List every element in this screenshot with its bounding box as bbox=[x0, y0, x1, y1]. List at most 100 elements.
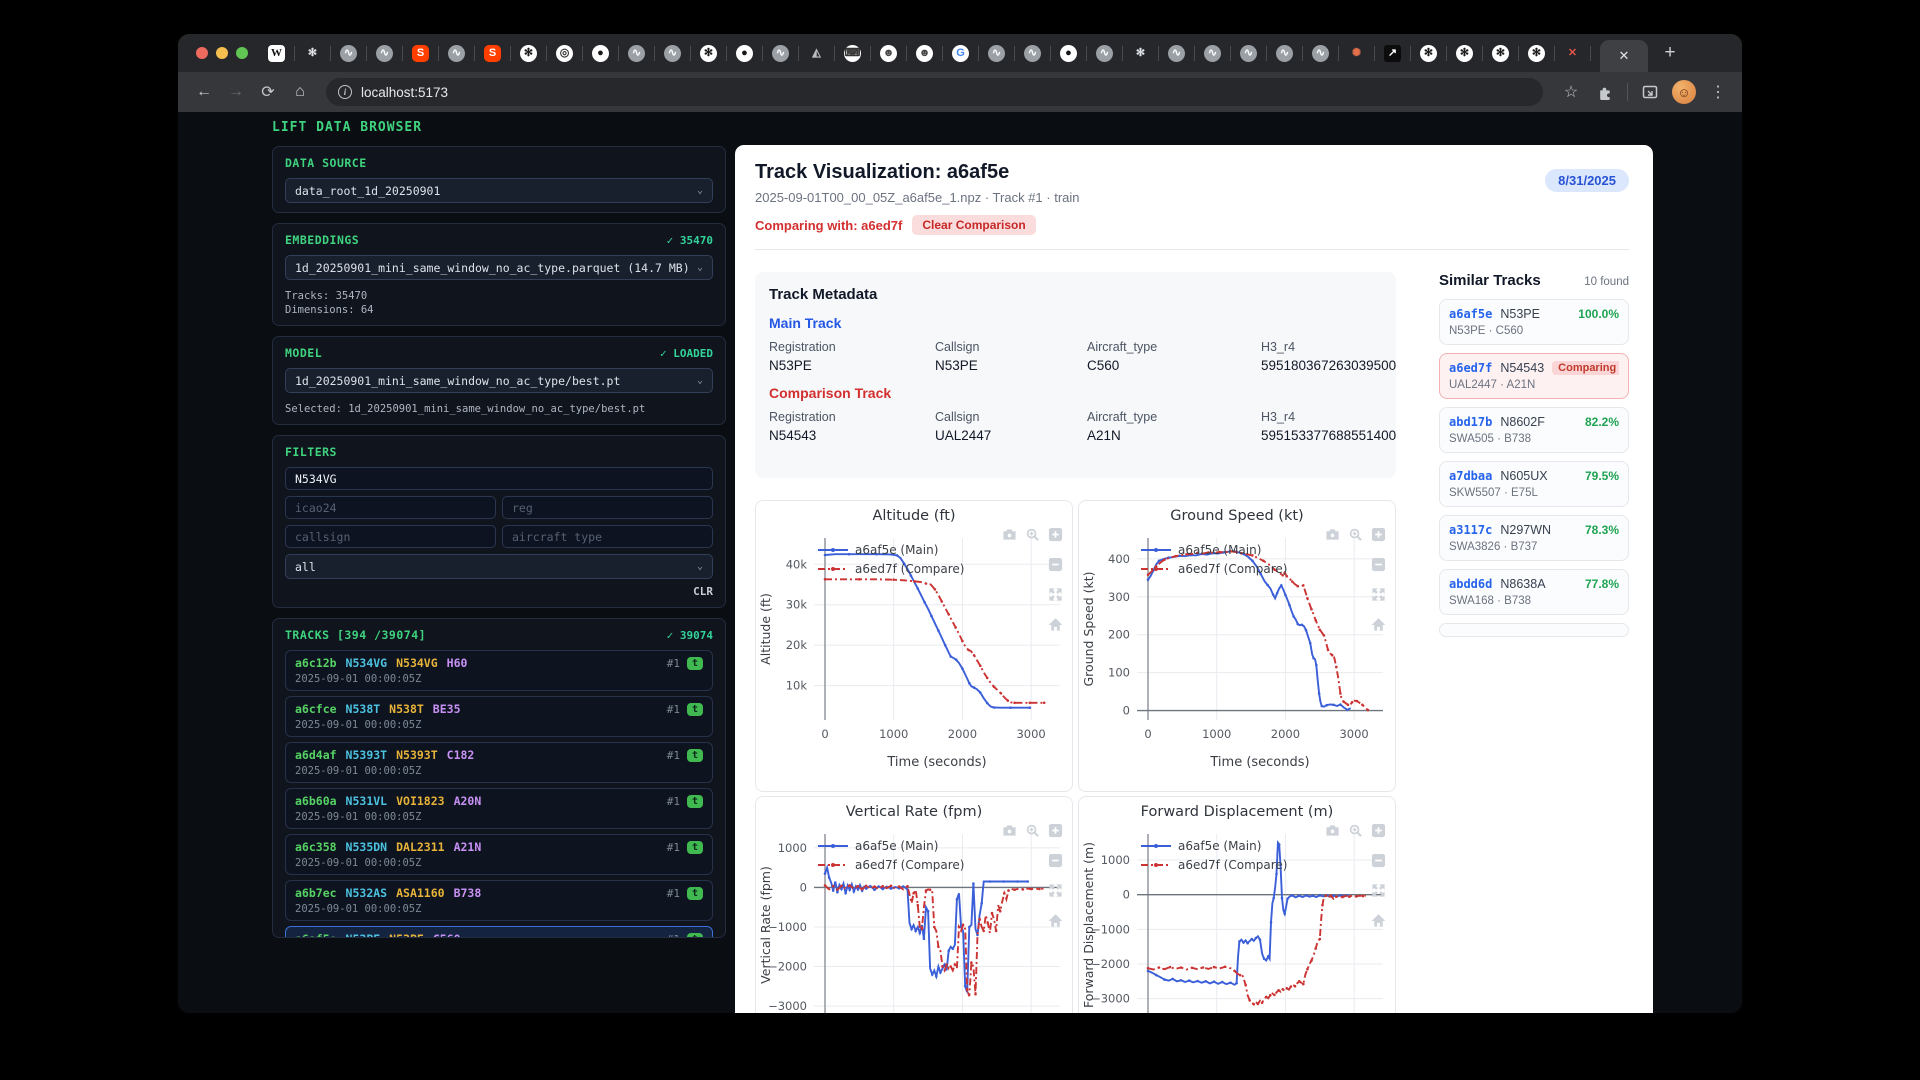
address-bar[interactable]: i localhost:5173 bbox=[326, 78, 1543, 106]
autoscale-icon[interactable] bbox=[1048, 587, 1063, 602]
pinned-tab-swirl[interactable]: ∿ bbox=[442, 38, 471, 68]
similar-track-item-clipped[interactable] bbox=[1439, 623, 1629, 637]
pinned-tab-openai-light[interactable]: ✻ bbox=[1450, 38, 1479, 68]
zoom-out-icon[interactable] bbox=[1048, 557, 1063, 572]
minimize-window-button[interactable] bbox=[216, 47, 228, 59]
pinned-tab-github[interactable]: ● bbox=[586, 38, 615, 68]
pinned-tab-openai-light[interactable]: ✻ bbox=[1522, 38, 1551, 68]
pinned-tab-openai-light[interactable]: ✻ bbox=[514, 38, 543, 68]
reload-icon[interactable]: ⟳ bbox=[254, 78, 282, 106]
pinned-tab-swirl[interactable]: ∿ bbox=[1018, 38, 1047, 68]
pinned-tab-export[interactable]: ↗ bbox=[1378, 38, 1407, 68]
icao24-field[interactable]: icao24 bbox=[285, 496, 496, 519]
similar-track-item[interactable]: a6af5e N53PE 100.0% N53PE · C560 bbox=[1439, 299, 1629, 345]
home-icon[interactable]: ⌂ bbox=[286, 78, 314, 106]
new-tab-button[interactable]: + bbox=[1656, 39, 1684, 67]
pinned-tab-openai-light[interactable]: ✻ bbox=[1414, 38, 1443, 68]
pinned-tab-github[interactable]: ● bbox=[730, 38, 759, 68]
track-list-item[interactable]: a6b60a N531VL VOI1823 A20N #1 t 2025-09-… bbox=[285, 788, 713, 829]
pinned-tab-person[interactable]: ☻ bbox=[874, 38, 903, 68]
similar-track-item[interactable]: abd17b N8602F 82.2% SWA505 · B738 bbox=[1439, 407, 1629, 453]
zoom-icon[interactable] bbox=[1025, 823, 1040, 838]
pinned-tab-swirl[interactable]: ∿ bbox=[370, 38, 399, 68]
pinned-tab-swirl[interactable]: ∿ bbox=[766, 38, 795, 68]
download-plot-icon[interactable] bbox=[1325, 823, 1340, 838]
pinned-tab-swirl[interactable]: ∿ bbox=[1162, 38, 1191, 68]
pinned-tab-swirl[interactable]: ∿ bbox=[622, 38, 651, 68]
pinned-tab-swirl[interactable]: ∿ bbox=[982, 38, 1011, 68]
similar-track-item[interactable]: a6ed7f N54543 Comparing8 UAL2447 · A21N bbox=[1439, 353, 1629, 399]
pinned-tab-swirl[interactable]: ∿ bbox=[1234, 38, 1263, 68]
model-select[interactable]: 1d_20250901_mini_same_window_no_ac_type/… bbox=[285, 368, 713, 393]
autoscale-icon[interactable] bbox=[1048, 883, 1063, 898]
pinned-tab-person[interactable]: ☻ bbox=[910, 38, 939, 68]
similar-track-item[interactable]: a3117c N297WN 78.3% SWA3826 · B737 bbox=[1439, 515, 1629, 561]
pinned-tab-openai[interactable]: ✻ bbox=[298, 38, 327, 68]
bookmark-star-icon[interactable]: ☆ bbox=[1559, 80, 1583, 104]
pinned-tab-prism[interactable]: ◭ bbox=[802, 38, 831, 68]
pinned-tab-svelte[interactable]: S bbox=[406, 38, 435, 68]
zoom-in-icon[interactable] bbox=[1048, 823, 1063, 838]
profile-avatar[interactable]: ☺ bbox=[1672, 80, 1696, 104]
embeddings-select[interactable]: 1d_20250901_mini_same_window_no_ac_type.… bbox=[285, 255, 713, 280]
pinned-tab-swirl[interactable]: ∿ bbox=[1090, 38, 1119, 68]
zoom-in-icon[interactable] bbox=[1371, 527, 1386, 542]
close-window-button[interactable] bbox=[196, 47, 208, 59]
pinned-tab-openai[interactable]: ✻ bbox=[1126, 38, 1155, 68]
reset-axes-home-icon[interactable] bbox=[1048, 617, 1063, 632]
track-list-item[interactable]: a6cfce N538T N538T BE35 #1 t 2025-09-01 … bbox=[285, 696, 713, 737]
track-list-item[interactable]: a6c12b N534VG N534VG H60 #1 t 2025-09-01… bbox=[285, 650, 713, 691]
clear-filters-button[interactable]: CLR bbox=[693, 585, 713, 598]
data-source-select[interactable]: data_root_1d_20250901 ⌄ bbox=[285, 178, 713, 203]
pinned-tab-svelte[interactable]: S bbox=[478, 38, 507, 68]
autoscale-icon[interactable] bbox=[1371, 587, 1386, 602]
reset-axes-home-icon[interactable] bbox=[1371, 617, 1386, 632]
pinned-tab-wikipedia[interactable]: W bbox=[262, 38, 291, 68]
pinned-tab-swirl[interactable]: ∿ bbox=[1270, 38, 1299, 68]
pinned-tab-swirl[interactable]: ∿ bbox=[1306, 38, 1335, 68]
pinned-tab-swirl[interactable]: ∿ bbox=[334, 38, 363, 68]
similar-track-item[interactable]: abdd6d N8638A 77.8% SWA168 · B738 bbox=[1439, 569, 1629, 615]
reg-field[interactable]: reg bbox=[502, 496, 713, 519]
track-list-item[interactable]: a6af5e N53PE N53PE C560 #1 t 2025-09-01 … bbox=[285, 926, 713, 937]
pinned-tab-openai-light[interactable]: ✻ bbox=[694, 38, 723, 68]
active-tab[interactable]: ✕ bbox=[1600, 40, 1648, 72]
track-list-item[interactable]: a6c358 N535DN DAL2311 A21N #1 t 2025-09-… bbox=[285, 834, 713, 875]
callsign-field[interactable]: callsign bbox=[285, 525, 496, 548]
track-list-item[interactable]: a6d4af N5393T N5393T C182 #1 t 2025-09-0… bbox=[285, 742, 713, 783]
zoom-in-icon[interactable] bbox=[1371, 823, 1386, 838]
pinned-tab-starburst[interactable]: ✺ bbox=[1342, 38, 1371, 68]
download-plot-icon[interactable] bbox=[1325, 527, 1340, 542]
zoom-out-icon[interactable] bbox=[1371, 557, 1386, 572]
pinned-tab-swirl[interactable]: ∿ bbox=[658, 38, 687, 68]
zoom-icon[interactable] bbox=[1348, 527, 1363, 542]
menu-kebab-icon[interactable]: ⋮ bbox=[1706, 80, 1730, 104]
pinned-tab-keyboard[interactable]: ⌨ bbox=[838, 38, 867, 68]
back-icon[interactable]: ← bbox=[190, 78, 218, 106]
download-plot-icon[interactable] bbox=[1002, 527, 1017, 542]
url-text[interactable]: localhost:5173 bbox=[361, 85, 448, 100]
autoscale-icon[interactable] bbox=[1371, 883, 1386, 898]
extensions-puzzle-icon[interactable] bbox=[1593, 80, 1617, 104]
pinned-tab-google[interactable]: G bbox=[946, 38, 975, 68]
zoom-in-icon[interactable] bbox=[1048, 527, 1063, 542]
close-tab-icon[interactable]: ✕ bbox=[1619, 48, 1630, 64]
pinned-tab-github[interactable]: ● bbox=[1054, 38, 1083, 68]
pinned-tab-target[interactable]: ◎ bbox=[550, 38, 579, 68]
aircraft-type-field[interactable]: aircraft type bbox=[502, 525, 713, 548]
forward-icon[interactable]: → bbox=[222, 78, 250, 106]
pinned-tab-swirl[interactable]: ∿ bbox=[1198, 38, 1227, 68]
zoom-icon[interactable] bbox=[1348, 823, 1363, 838]
search-input[interactable]: N534VG bbox=[285, 467, 713, 490]
zoom-out-icon[interactable] bbox=[1048, 853, 1063, 868]
reset-axes-home-icon[interactable] bbox=[1048, 913, 1063, 928]
site-info-icon[interactable]: i bbox=[338, 85, 352, 99]
reset-axes-home-icon[interactable] bbox=[1371, 913, 1386, 928]
zoom-window-button[interactable] bbox=[236, 47, 248, 59]
pinned-tab-openai-light[interactable]: ✻ bbox=[1486, 38, 1515, 68]
download-plot-icon[interactable] bbox=[1002, 823, 1017, 838]
filter-mode-select[interactable]: all ⌄ bbox=[285, 554, 713, 579]
zoom-out-icon[interactable] bbox=[1371, 853, 1386, 868]
clear-comparison-button[interactable]: Clear Comparison bbox=[912, 215, 1036, 235]
zoom-icon[interactable] bbox=[1025, 527, 1040, 542]
